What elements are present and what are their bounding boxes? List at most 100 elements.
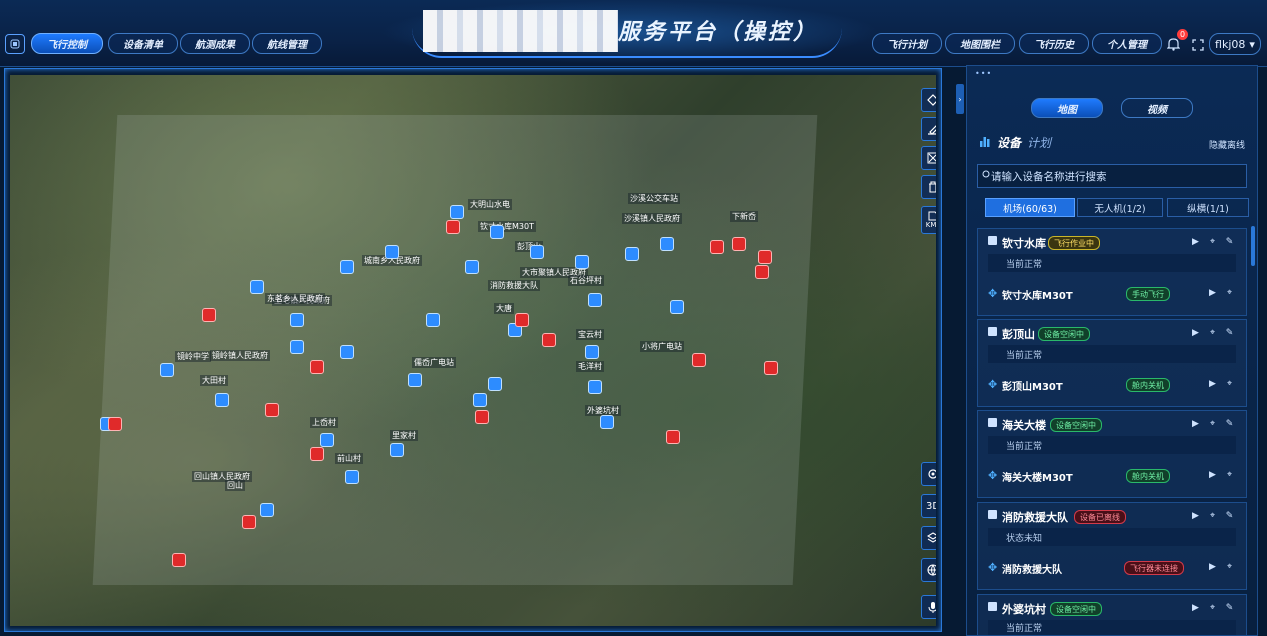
- home-icon[interactable]: [5, 34, 25, 54]
- edit-icon[interactable]: ✎: [1224, 418, 1235, 429]
- microphone-icon[interactable]: [921, 595, 936, 619]
- map-marker-alert[interactable]: [542, 333, 556, 347]
- nav-device-list[interactable]: 设备清单: [108, 33, 178, 54]
- location-pin-icon[interactable]: ⌖: [1207, 418, 1218, 429]
- map-marker-station[interactable]: [670, 300, 684, 314]
- segment-map[interactable]: 地图: [1031, 98, 1103, 118]
- user-menu[interactable]: flkj08 ▾: [1209, 33, 1261, 55]
- map-marker-station[interactable]: [408, 373, 422, 387]
- map-marker-alert[interactable]: [755, 265, 769, 279]
- section-title-devices[interactable]: 设备: [997, 134, 1021, 151]
- satellite-map[interactable]: 大明山水电 钦寸水库M30T 沙溪公交车站 沙溪镇人民政府 下新岙 彭顶山 城南…: [10, 75, 936, 626]
- map-marker-alert[interactable]: [310, 360, 324, 374]
- map-marker-station[interactable]: [160, 363, 174, 377]
- device-card[interactable]: 海关大楼 设备空闲中 ▶ ⌖ ✎ 当前正常 ✥ 海关大楼M30T 舱内关机 ▶ …: [977, 410, 1247, 498]
- map-marker-station[interactable]: [345, 470, 359, 484]
- edit-icon[interactable]: ✎: [1224, 510, 1235, 521]
- map-marker-station[interactable]: [473, 393, 487, 407]
- map-marker-alert[interactable]: [108, 417, 122, 431]
- device-card[interactable]: 彭顶山 设备空闲中 ▶ ⌖ ✎ 当前正常 ✥ 彭顶山M30T 舱内关机 ▶ ⌖: [977, 319, 1247, 407]
- map-marker-station[interactable]: [390, 443, 404, 457]
- play-icon[interactable]: ▶: [1207, 469, 1218, 480]
- location-pin-icon[interactable]: ⌖: [1207, 327, 1218, 338]
- map-marker-alert[interactable]: [475, 410, 489, 424]
- map-marker-station[interactable]: [340, 260, 354, 274]
- location-pin-icon[interactable]: ⌖: [1207, 510, 1218, 521]
- map-marker-alert[interactable]: [265, 403, 279, 417]
- map-marker-alert[interactable]: [310, 447, 324, 461]
- edit-icon[interactable]: ✎: [1224, 236, 1235, 247]
- map-marker-station[interactable]: [488, 377, 502, 391]
- map-marker-station[interactable]: [215, 393, 229, 407]
- map-marker-station[interactable]: [250, 280, 264, 294]
- location-pin-icon[interactable]: ⌖: [1207, 602, 1218, 613]
- scrollbar[interactable]: [1251, 226, 1255, 266]
- view-3d-button[interactable]: 3D: [921, 494, 936, 518]
- map-marker-station[interactable]: [575, 255, 589, 269]
- location-pin-icon[interactable]: ⌖: [1207, 236, 1218, 247]
- play-icon[interactable]: ▶: [1190, 510, 1201, 521]
- play-icon[interactable]: ▶: [1190, 418, 1201, 429]
- map-marker-station[interactable]: [385, 245, 399, 259]
- location-pin-icon[interactable]: ⌖: [1224, 469, 1235, 480]
- tab-drones[interactable]: 无人机(1/2): [1077, 198, 1163, 217]
- panel-collapse-icon[interactable]: ›: [956, 84, 964, 114]
- nav-flight-plan[interactable]: 飞行计划: [872, 33, 942, 54]
- map-marker-alert[interactable]: [242, 515, 256, 529]
- map-marker-station[interactable]: [290, 313, 304, 327]
- play-icon[interactable]: ▶: [1207, 287, 1218, 298]
- map-marker-station[interactable]: [260, 503, 274, 517]
- trash-icon[interactable]: [921, 175, 936, 199]
- play-icon[interactable]: ▶: [1190, 236, 1201, 247]
- device-card[interactable]: 消防救援大队 设备已离线 ▶ ⌖ ✎ 状态未知 ✥ 消防救援大队 飞行器未连接 …: [977, 502, 1247, 590]
- kml-icon[interactable]: KML: [921, 206, 936, 234]
- play-icon[interactable]: ▶: [1207, 561, 1218, 572]
- edit-icon[interactable]: ✎: [1224, 602, 1235, 613]
- map-marker-alert[interactable]: [732, 237, 746, 251]
- edit-icon[interactable]: ✎: [1224, 327, 1235, 338]
- nav-map-fence[interactable]: 地图围栏: [945, 33, 1015, 54]
- layers-icon[interactable]: [921, 526, 936, 550]
- map-marker-station[interactable]: [585, 345, 599, 359]
- eraser-icon[interactable]: [921, 117, 936, 141]
- play-icon[interactable]: ▶: [1190, 327, 1201, 338]
- device-card[interactable]: 外婆坑村 设备空闲中 ▶ ⌖ ✎ 当前正常: [977, 594, 1247, 635]
- map-marker-alert[interactable]: [515, 313, 529, 327]
- location-pin-icon[interactable]: ⌖: [1224, 378, 1235, 389]
- hide-offline-toggle[interactable]: 隐藏离线: [1209, 138, 1245, 151]
- map-marker-station[interactable]: [450, 205, 464, 219]
- map-marker-station[interactable]: [588, 293, 602, 307]
- map-marker-station[interactable]: [426, 313, 440, 327]
- fullscreen-icon[interactable]: [1192, 36, 1204, 55]
- play-icon[interactable]: ▶: [1190, 602, 1201, 613]
- map-marker-station[interactable]: [320, 433, 334, 447]
- search-input[interactable]: 请输入设备名称进行搜索: [977, 164, 1247, 188]
- map-marker-station[interactable]: [340, 345, 354, 359]
- tab-airports[interactable]: 机场(60/63): [985, 198, 1075, 217]
- device-card[interactable]: 钦寸水库 飞行作业中 ▶ ⌖ ✎ 当前正常 ✥ 钦寸水库M30T 手动飞行 ▶ …: [977, 228, 1247, 316]
- map-marker-station[interactable]: [290, 340, 304, 354]
- nav-survey-results[interactable]: 航测成果: [180, 33, 250, 54]
- map-marker-station[interactable]: [625, 247, 639, 261]
- map-marker-station[interactable]: [530, 245, 544, 259]
- cross-square-icon[interactable]: [921, 146, 936, 170]
- map-marker-alert[interactable]: [172, 553, 186, 567]
- map-marker-alert[interactable]: [710, 240, 724, 254]
- play-icon[interactable]: ▶: [1207, 378, 1218, 389]
- location-pin-icon[interactable]: ⌖: [1224, 561, 1235, 572]
- map-marker-station[interactable]: [588, 380, 602, 394]
- tab-fixed-wing[interactable]: 纵横(1/1): [1167, 198, 1249, 217]
- map-marker-alert[interactable]: [202, 308, 216, 322]
- nav-personal-management[interactable]: 个人管理: [1092, 33, 1162, 54]
- location-pin-icon[interactable]: ⌖: [1224, 287, 1235, 298]
- nav-route-management[interactable]: 航线管理: [252, 33, 322, 54]
- map-marker-station[interactable]: [660, 237, 674, 251]
- segment-video[interactable]: 视频: [1121, 98, 1193, 118]
- map-marker-alert[interactable]: [764, 361, 778, 375]
- nav-flight-history[interactable]: 飞行历史: [1019, 33, 1089, 54]
- map-marker-station[interactable]: [465, 260, 479, 274]
- globe-icon[interactable]: [921, 558, 936, 582]
- nav-flight-control[interactable]: 飞行控制: [31, 33, 103, 54]
- map-marker-alert[interactable]: [758, 250, 772, 264]
- map-marker-alert[interactable]: [692, 353, 706, 367]
